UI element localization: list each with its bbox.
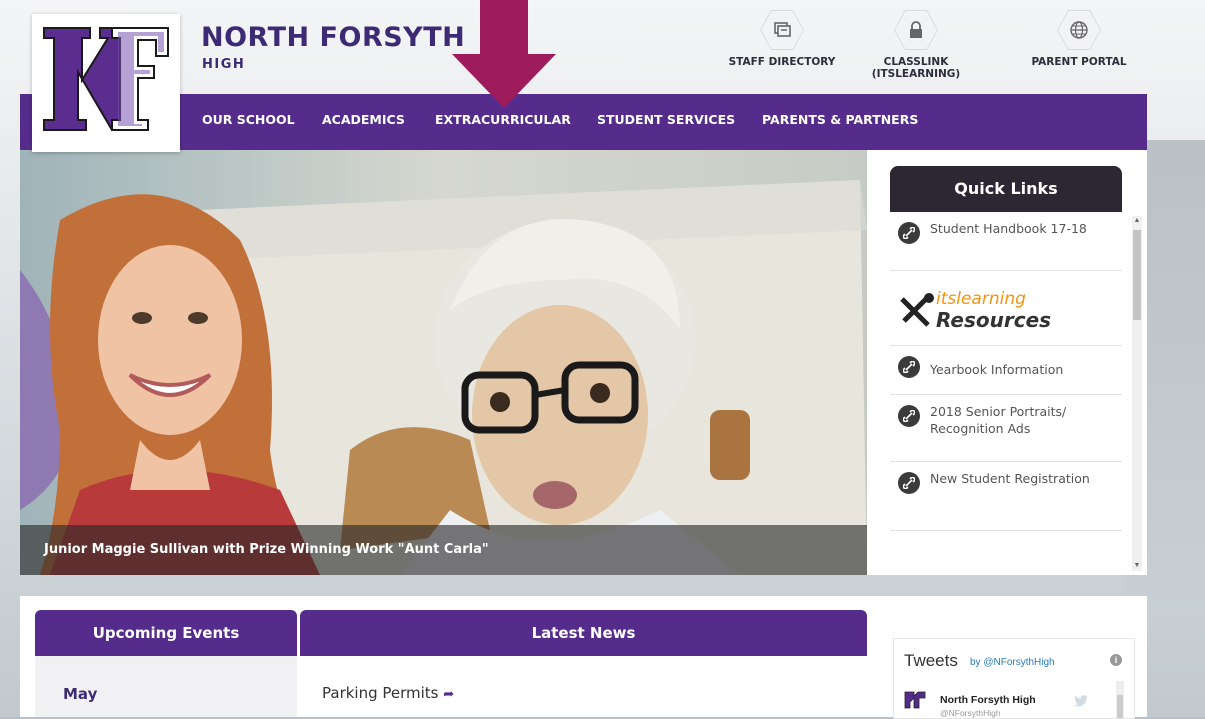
quick-links-scrollbar[interactable]: ▲ ▼ <box>1132 216 1142 571</box>
scroll-down-icon[interactable]: ▼ <box>1132 561 1142 571</box>
down-arrow-icon <box>452 0 556 108</box>
itslearning-logo-text: itslearning <box>936 289 1026 309</box>
link-icon <box>898 472 920 494</box>
upcoming-events-tab[interactable]: Upcoming Events <box>35 610 297 656</box>
quick-links-title: Quick Links <box>890 166 1122 212</box>
school-subtitle: HIGH <box>202 57 246 72</box>
hero-caption: Junior Maggie Sullivan with Prize Winnin… <box>20 525 867 575</box>
tweets-scrollbar[interactable] <box>1116 681 1124 718</box>
classlink-link[interactable]: CLASSLINK (ITSLEARNING) <box>848 10 984 80</box>
school-name[interactable]: NORTH FORSYTH <box>201 22 465 53</box>
hero-slideshow[interactable]: Junior Maggie Sullivan with Prize Winnin… <box>20 150 867 575</box>
staff-directory-link[interactable]: STAFF DIRECTORY <box>727 10 837 68</box>
parent-portal-label: PARENT PORTAL <box>1031 56 1127 68</box>
share-arrow-icon: ➦ <box>443 687 455 702</box>
tweets-by-handle[interactable]: by @NForsythHigh <box>970 657 1055 668</box>
quick-link-item[interactable]: 2018 Senior Portraits/ Recognition Ads <box>890 395 1122 462</box>
nav-our-school[interactable]: OUR SCHOOL <box>202 112 295 127</box>
quick-link-item[interactable]: Yearbook Information <box>890 346 1122 395</box>
quick-links-panel: Quick Links Student Handbook 17-18 itsle… <box>867 150 1147 575</box>
quick-link-label: Student Handbook 17-18 <box>930 221 1087 236</box>
hero-caption-text: Junior Maggie Sullivan with Prize Winnin… <box>44 542 489 557</box>
nav-parents-partners[interactable]: PARENTS & PARTNERS <box>762 112 918 127</box>
tools-icon <box>900 293 934 327</box>
nav-academics[interactable]: ACADEMICS <box>322 112 405 127</box>
tweet-author[interactable]: North Forsyth High <box>940 694 1036 706</box>
staff-directory-label: STAFF DIRECTORY <box>728 56 836 68</box>
twitter-widget: Tweets by @NForsythHigh i North Forsyth … <box>893 638 1135 719</box>
scroll-up-icon[interactable]: ▲ <box>1132 216 1142 226</box>
school-logo[interactable] <box>32 14 180 152</box>
news-headline[interactable]: Parking Permits ➦ <box>322 684 454 702</box>
quick-link-label: 2018 Senior Portraits/ Recognition Ads <box>930 404 1067 436</box>
itslearning-resources-link[interactable]: itslearning Resources <box>890 271 1122 346</box>
main-nav: OUR SCHOOL ACADEMICS EXTRACURRICULAR STU… <box>20 94 1147 150</box>
quick-links-list: Student Handbook 17-18 itslearning Resou… <box>890 212 1122 570</box>
page: NORTH FORSYTH HIGH STAFF DIRECTORY CLASS… <box>20 0 1147 719</box>
quick-link-label: New Student Registration <box>930 471 1090 486</box>
quick-link-item[interactable]: Student Handbook 17-18 <box>890 212 1122 271</box>
latest-news-tab[interactable]: Latest News <box>300 610 867 656</box>
events-month: May <box>63 685 98 703</box>
classlink-label: CLASSLINK (ITSLEARNING) <box>871 56 961 80</box>
globe-icon <box>1070 21 1088 39</box>
nav-student-services[interactable]: STUDENT SERVICES <box>597 112 735 127</box>
link-icon <box>898 222 920 244</box>
nav-extracurricular[interactable]: EXTRACURRICULAR <box>435 112 571 127</box>
events-panel: May <box>35 656 297 717</box>
hero-photo <box>20 150 867 575</box>
news-headline-text: Parking Permits <box>322 684 439 702</box>
parent-portal-link[interactable]: PARENT PORTAL <box>1024 10 1134 68</box>
tweets-title: Tweets <box>904 651 958 670</box>
quick-link-label: Yearbook Information <box>930 362 1064 377</box>
link-icon <box>898 405 920 427</box>
directory-icon <box>774 22 791 37</box>
tweets-scroll-thumb[interactable] <box>1117 695 1123 718</box>
resources-label: Resources <box>936 308 1052 332</box>
news-panel: Parking Permits ➦ <box>300 656 867 717</box>
lock-icon <box>910 21 922 38</box>
avatar[interactable] <box>904 689 926 711</box>
quick-link-item[interactable]: New Student Registration <box>890 462 1122 531</box>
info-icon[interactable]: i <box>1110 654 1122 666</box>
link-icon <box>898 356 920 378</box>
scroll-thumb[interactable] <box>1133 230 1141 320</box>
twitter-bird-icon <box>1074 695 1088 707</box>
